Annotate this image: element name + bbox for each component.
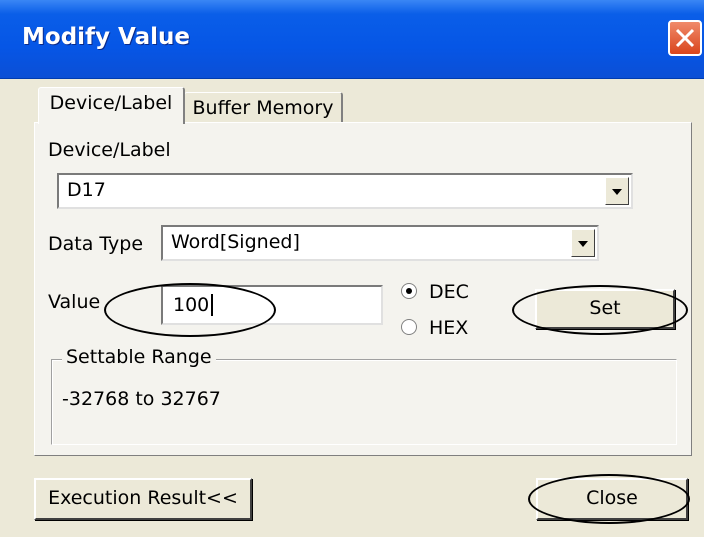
radio-hex-label: HEX <box>429 317 469 339</box>
device-label-caption: Device/Label <box>48 139 171 161</box>
close-icon <box>675 28 695 48</box>
chevron-down-icon <box>578 241 588 247</box>
execution-result-button[interactable]: Execution Result<< <box>34 478 252 520</box>
highlight-ellipse-value <box>104 283 276 337</box>
data-type-value: Word[Signed] <box>171 231 300 253</box>
device-label-value: D17 <box>67 179 106 201</box>
highlight-ellipse-set <box>512 285 688 335</box>
settable-range-title: Settable Range <box>62 346 216 368</box>
data-type-dropdown-button[interactable] <box>571 229 595 257</box>
radio-dec[interactable] <box>401 283 417 299</box>
highlight-ellipse-close <box>528 474 690 524</box>
settable-range-group: Settable Range -32768 to 32767 <box>51 346 677 445</box>
tab-device-label[interactable]: Device/Label <box>38 87 185 124</box>
window-close-button[interactable] <box>668 20 702 56</box>
data-type-combo[interactable]: Word[Signed] <box>161 225 599 261</box>
radio-dec-label: DEC <box>429 281 469 303</box>
tab-buffer-memory[interactable]: Buffer Memory <box>184 92 343 123</box>
value-caption: Value <box>48 291 101 313</box>
device-label-combo[interactable]: D17 <box>57 173 633 209</box>
settable-range-text: -32768 to 32767 <box>62 388 221 410</box>
chevron-down-icon <box>612 189 622 195</box>
radio-hex[interactable] <box>401 319 417 335</box>
window-title: Modify Value <box>22 24 190 50</box>
title-bar[interactable]: Modify Value <box>0 0 704 79</box>
device-label-dropdown-button[interactable] <box>605 177 629 205</box>
data-type-caption: Data Type <box>48 233 144 255</box>
